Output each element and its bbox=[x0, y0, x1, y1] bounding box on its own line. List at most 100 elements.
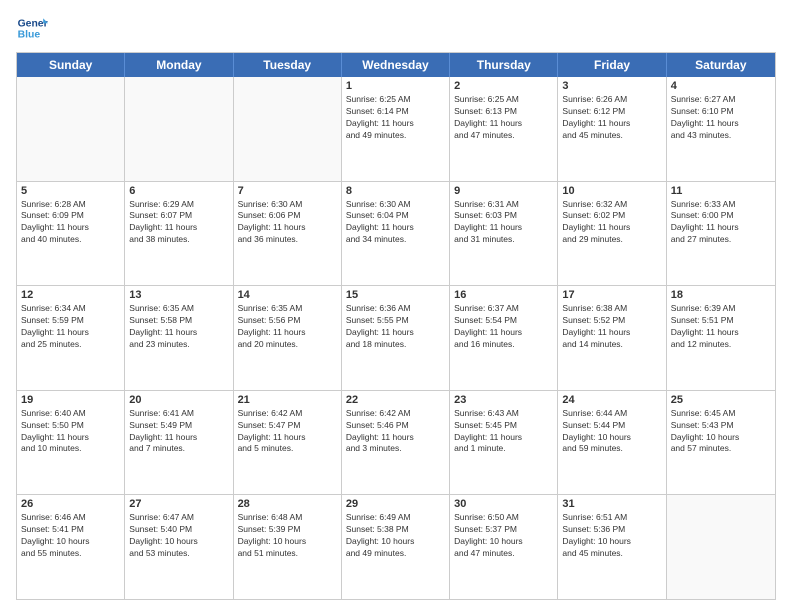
day-cell-3: 3 Sunrise: 6:26 AM Sunset: 6:12 PM Daylig… bbox=[558, 77, 666, 181]
day-info: Sunrise: 6:42 AM Sunset: 5:46 PM Dayligh… bbox=[346, 408, 445, 456]
day-info: Sunrise: 6:44 AM Sunset: 5:44 PM Dayligh… bbox=[562, 408, 661, 456]
day-number: 5 bbox=[21, 185, 120, 197]
day-info: Sunrise: 6:32 AM Sunset: 6:02 PM Dayligh… bbox=[562, 199, 661, 247]
day-cell-30: 30 Sunrise: 6:50 AM Sunset: 5:37 PM Dayli… bbox=[450, 495, 558, 599]
day-info: Sunrise: 6:51 AM Sunset: 5:36 PM Dayligh… bbox=[562, 512, 661, 560]
day-number: 9 bbox=[454, 185, 553, 197]
empty-cell bbox=[667, 495, 775, 599]
day-cell-31: 31 Sunrise: 6:51 AM Sunset: 5:36 PM Dayli… bbox=[558, 495, 666, 599]
day-cell-2: 2 Sunrise: 6:25 AM Sunset: 6:13 PM Daylig… bbox=[450, 77, 558, 181]
logo: General Blue bbox=[16, 12, 48, 44]
day-cell-22: 22 Sunrise: 6:42 AM Sunset: 5:46 PM Dayli… bbox=[342, 391, 450, 495]
header-day-thursday: Thursday bbox=[450, 53, 558, 77]
day-number: 4 bbox=[671, 80, 771, 92]
day-cell-18: 18 Sunrise: 6:39 AM Sunset: 5:51 PM Dayli… bbox=[667, 286, 775, 390]
empty-cell bbox=[234, 77, 342, 181]
day-number: 2 bbox=[454, 80, 553, 92]
calendar-body: 1 Sunrise: 6:25 AM Sunset: 6:14 PM Daylig… bbox=[17, 77, 775, 599]
week-row-4: 26Sunrise: 6:46 AM Sunset: 5:41 PM Dayli… bbox=[17, 494, 775, 599]
week-row-0: 1 Sunrise: 6:25 AM Sunset: 6:14 PM Daylig… bbox=[17, 77, 775, 181]
day-cell-1: 1 Sunrise: 6:25 AM Sunset: 6:14 PM Daylig… bbox=[342, 77, 450, 181]
logo-icon: General Blue bbox=[16, 12, 48, 44]
day-cell-21: 21 Sunrise: 6:42 AM Sunset: 5:47 PM Dayli… bbox=[234, 391, 342, 495]
day-cell-6: 6Sunrise: 6:29 AM Sunset: 6:07 PM Daylig… bbox=[125, 182, 233, 286]
day-info: Sunrise: 6:31 AM Sunset: 6:03 PM Dayligh… bbox=[454, 199, 553, 247]
day-number: 26 bbox=[21, 498, 120, 510]
day-info: Sunrise: 6:37 AM Sunset: 5:54 PM Dayligh… bbox=[454, 303, 553, 351]
header-day-tuesday: Tuesday bbox=[234, 53, 342, 77]
week-row-1: 5 Sunrise: 6:28 AM Sunset: 6:09 PM Daylig… bbox=[17, 181, 775, 286]
day-info: Sunrise: 6:41 AM Sunset: 5:49 PM Dayligh… bbox=[129, 408, 228, 456]
header-day-friday: Friday bbox=[558, 53, 666, 77]
day-info: Sunrise: 6:34 AM Sunset: 5:59 PM Dayligh… bbox=[21, 303, 120, 351]
day-number: 28 bbox=[238, 498, 337, 510]
day-info: Sunrise: 6:35 AM Sunset: 5:58 PM Dayligh… bbox=[129, 303, 228, 351]
day-number: 14 bbox=[238, 289, 337, 301]
day-cell-11: 11 Sunrise: 6:33 AM Sunset: 6:00 PM Dayli… bbox=[667, 182, 775, 286]
day-number: 23 bbox=[454, 394, 553, 406]
day-cell-19: 19Sunrise: 6:40 AM Sunset: 5:50 PM Dayli… bbox=[17, 391, 125, 495]
day-cell-23: 23 Sunrise: 6:43 AM Sunset: 5:45 PM Dayli… bbox=[450, 391, 558, 495]
day-info: Sunrise: 6:36 AM Sunset: 5:55 PM Dayligh… bbox=[346, 303, 445, 351]
day-cell-16: 16 Sunrise: 6:37 AM Sunset: 5:54 PM Dayli… bbox=[450, 286, 558, 390]
day-cell-13: 13 Sunrise: 6:35 AM Sunset: 5:58 PM Dayli… bbox=[125, 286, 233, 390]
day-number: 10 bbox=[562, 185, 661, 197]
empty-cell bbox=[125, 77, 233, 181]
day-info: Sunrise: 6:42 AM Sunset: 5:47 PM Dayligh… bbox=[238, 408, 337, 456]
day-cell-17: 17Sunrise: 6:38 AM Sunset: 5:52 PM Dayli… bbox=[558, 286, 666, 390]
week-row-2: 12Sunrise: 6:34 AM Sunset: 5:59 PM Dayli… bbox=[17, 285, 775, 390]
day-info: Sunrise: 6:30 AM Sunset: 6:06 PM Dayligh… bbox=[238, 199, 337, 247]
day-info: Sunrise: 6:47 AM Sunset: 5:40 PM Dayligh… bbox=[129, 512, 228, 560]
day-number: 25 bbox=[671, 394, 771, 406]
day-number: 16 bbox=[454, 289, 553, 301]
day-cell-26: 26Sunrise: 6:46 AM Sunset: 5:41 PM Dayli… bbox=[17, 495, 125, 599]
day-info: Sunrise: 6:27 AM Sunset: 6:10 PM Dayligh… bbox=[671, 94, 771, 142]
page: General Blue SundayMondayTuesdayWednesda… bbox=[0, 0, 792, 612]
day-number: 17 bbox=[562, 289, 661, 301]
day-info: Sunrise: 6:33 AM Sunset: 6:00 PM Dayligh… bbox=[671, 199, 771, 247]
day-number: 20 bbox=[129, 394, 228, 406]
day-number: 27 bbox=[129, 498, 228, 510]
day-cell-10: 10 Sunrise: 6:32 AM Sunset: 6:02 PM Dayli… bbox=[558, 182, 666, 286]
day-number: 11 bbox=[671, 185, 771, 197]
header-day-sunday: Sunday bbox=[17, 53, 125, 77]
calendar-header: SundayMondayTuesdayWednesdayThursdayFrid… bbox=[17, 53, 775, 77]
day-number: 15 bbox=[346, 289, 445, 301]
header-day-wednesday: Wednesday bbox=[342, 53, 450, 77]
day-info: Sunrise: 6:28 AM Sunset: 6:09 PM Dayligh… bbox=[21, 199, 120, 247]
day-info: Sunrise: 6:26 AM Sunset: 6:12 PM Dayligh… bbox=[562, 94, 661, 142]
day-number: 30 bbox=[454, 498, 553, 510]
day-cell-28: 28Sunrise: 6:48 AM Sunset: 5:39 PM Dayli… bbox=[234, 495, 342, 599]
day-number: 13 bbox=[129, 289, 228, 301]
day-number: 1 bbox=[346, 80, 445, 92]
day-number: 31 bbox=[562, 498, 661, 510]
day-cell-4: 4 Sunrise: 6:27 AM Sunset: 6:10 PM Daylig… bbox=[667, 77, 775, 181]
day-cell-25: 25 Sunrise: 6:45 AM Sunset: 5:43 PM Dayli… bbox=[667, 391, 775, 495]
day-cell-15: 15 Sunrise: 6:36 AM Sunset: 5:55 PM Dayli… bbox=[342, 286, 450, 390]
svg-text:Blue: Blue bbox=[18, 30, 41, 41]
week-row-3: 19Sunrise: 6:40 AM Sunset: 5:50 PM Dayli… bbox=[17, 390, 775, 495]
day-info: Sunrise: 6:39 AM Sunset: 5:51 PM Dayligh… bbox=[671, 303, 771, 351]
day-info: Sunrise: 6:30 AM Sunset: 6:04 PM Dayligh… bbox=[346, 199, 445, 247]
header-day-monday: Monday bbox=[125, 53, 233, 77]
day-cell-20: 20 Sunrise: 6:41 AM Sunset: 5:49 PM Dayli… bbox=[125, 391, 233, 495]
day-info: Sunrise: 6:45 AM Sunset: 5:43 PM Dayligh… bbox=[671, 408, 771, 456]
day-info: Sunrise: 6:25 AM Sunset: 6:14 PM Dayligh… bbox=[346, 94, 445, 142]
day-number: 6 bbox=[129, 185, 228, 197]
day-info: Sunrise: 6:43 AM Sunset: 5:45 PM Dayligh… bbox=[454, 408, 553, 456]
day-info: Sunrise: 6:40 AM Sunset: 5:50 PM Dayligh… bbox=[21, 408, 120, 456]
day-cell-5: 5 Sunrise: 6:28 AM Sunset: 6:09 PM Daylig… bbox=[17, 182, 125, 286]
day-info: Sunrise: 6:35 AM Sunset: 5:56 PM Dayligh… bbox=[238, 303, 337, 351]
day-number: 3 bbox=[562, 80, 661, 92]
day-number: 8 bbox=[346, 185, 445, 197]
day-cell-24: 24Sunrise: 6:44 AM Sunset: 5:44 PM Dayli… bbox=[558, 391, 666, 495]
day-number: 18 bbox=[671, 289, 771, 301]
day-info: Sunrise: 6:25 AM Sunset: 6:13 PM Dayligh… bbox=[454, 94, 553, 142]
day-info: Sunrise: 6:50 AM Sunset: 5:37 PM Dayligh… bbox=[454, 512, 553, 560]
day-cell-9: 9 Sunrise: 6:31 AM Sunset: 6:03 PM Daylig… bbox=[450, 182, 558, 286]
day-cell-8: 8 Sunrise: 6:30 AM Sunset: 6:04 PM Daylig… bbox=[342, 182, 450, 286]
header: General Blue bbox=[16, 12, 776, 44]
day-number: 22 bbox=[346, 394, 445, 406]
day-number: 21 bbox=[238, 394, 337, 406]
day-cell-14: 14 Sunrise: 6:35 AM Sunset: 5:56 PM Dayli… bbox=[234, 286, 342, 390]
